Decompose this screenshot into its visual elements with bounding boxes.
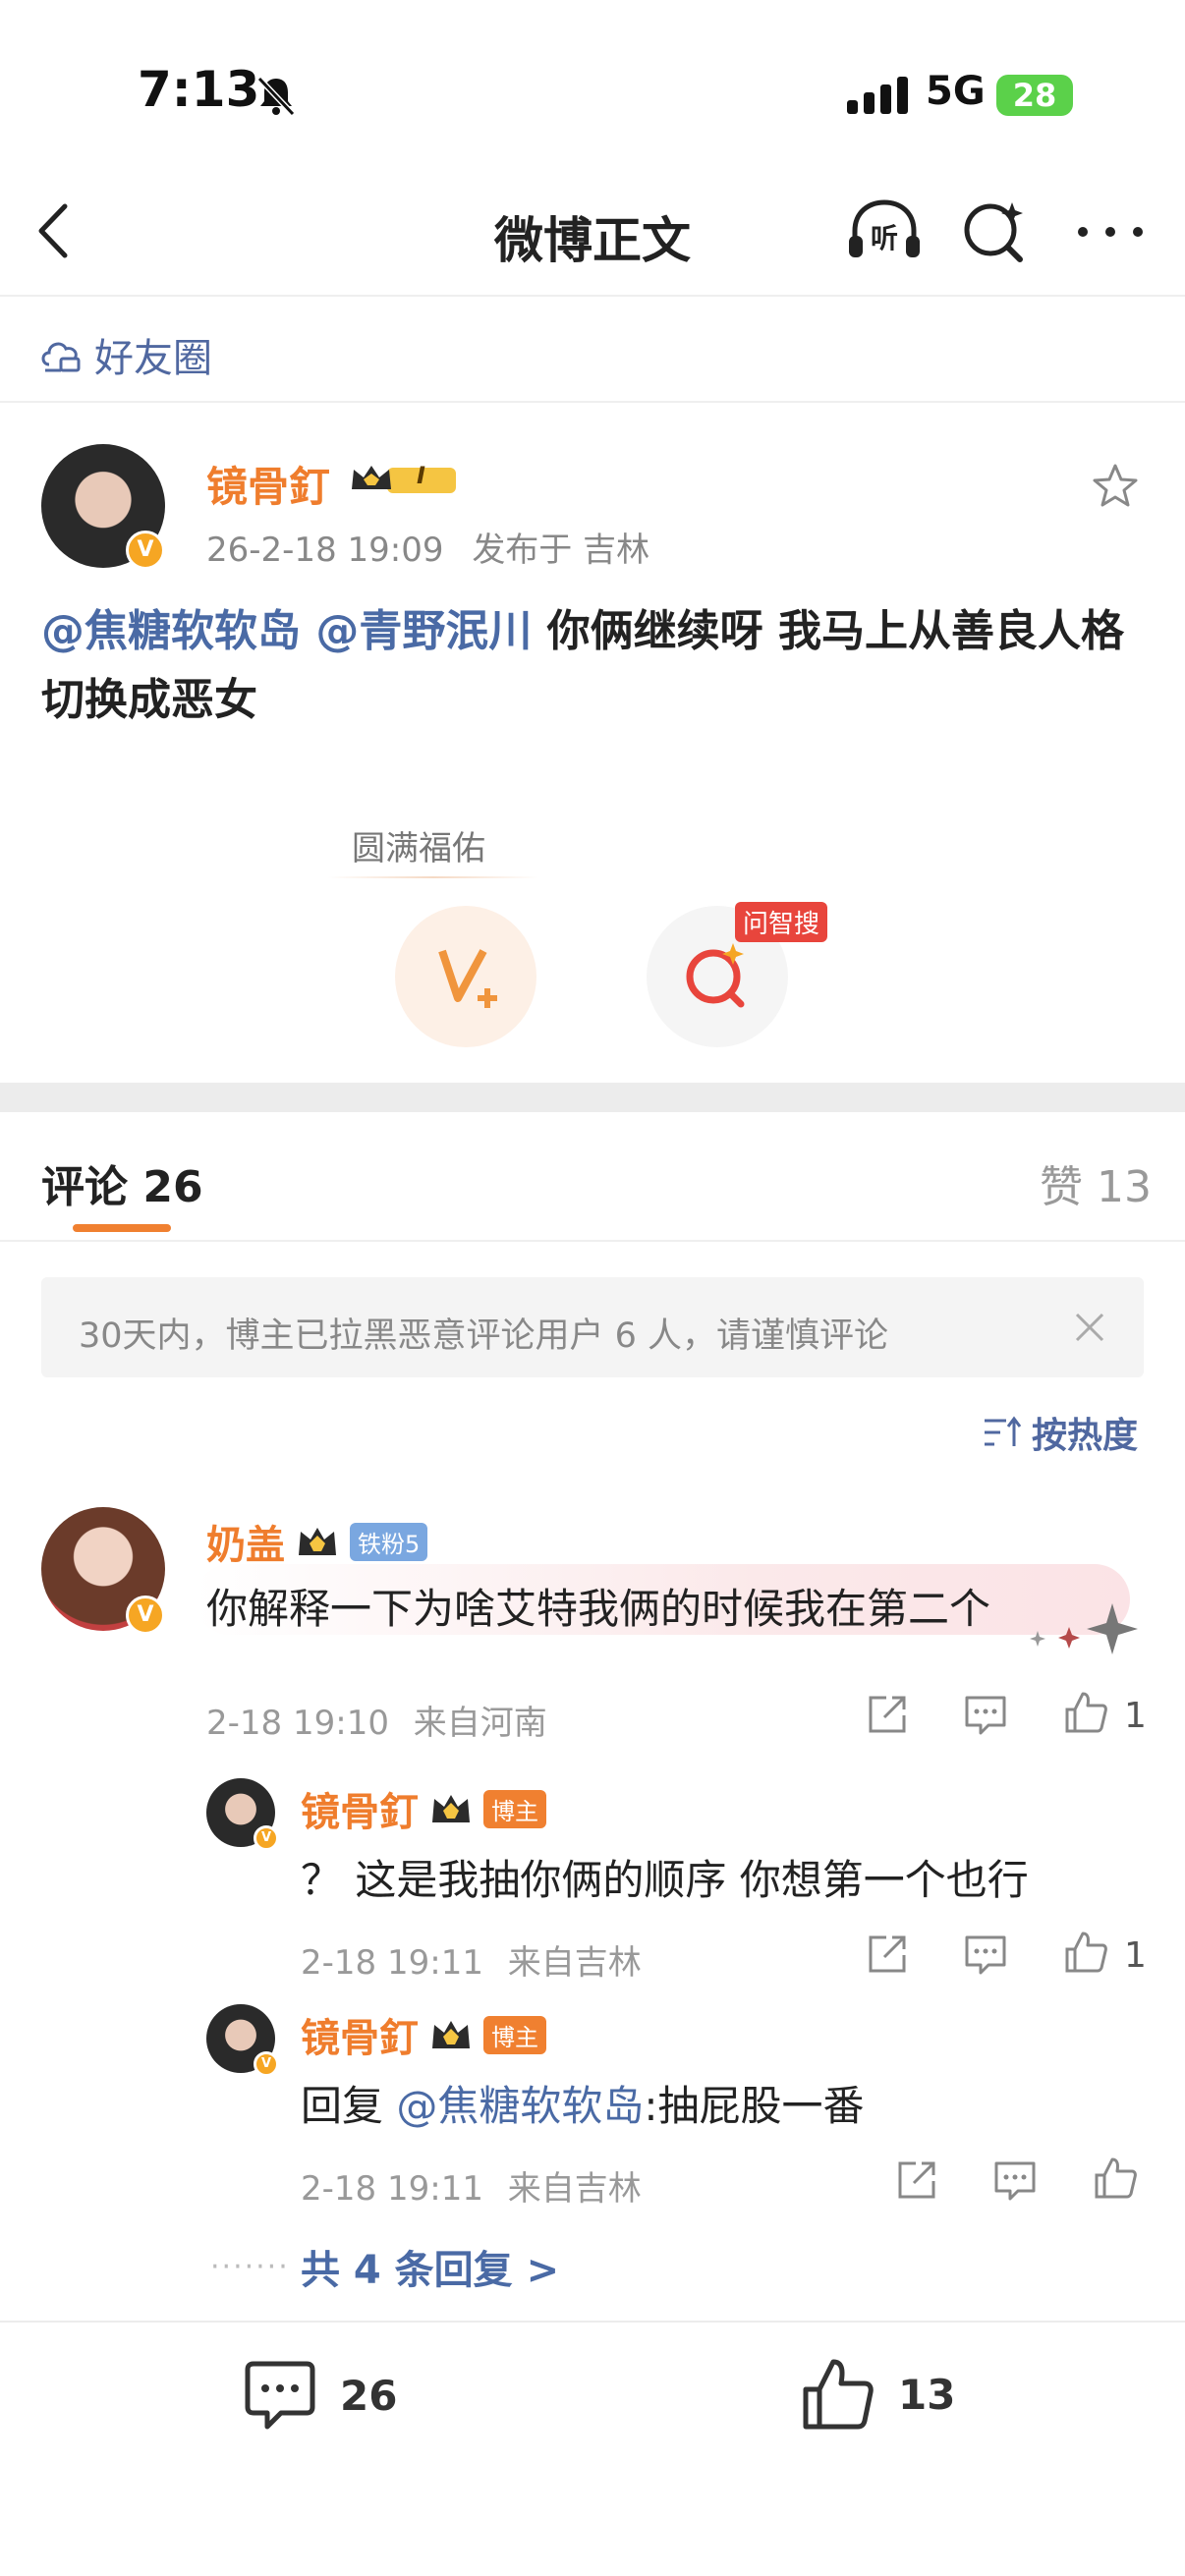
thumbs-up-icon: [803, 2359, 874, 2430]
blessing-label: 圆满福佑: [352, 829, 485, 868]
sort-label: 按热度: [1032, 1416, 1139, 1456]
v-plus-icon: [438, 949, 497, 1008]
bottom-bar-divider: [0, 2321, 1185, 2323]
status-time: 7:13: [138, 61, 260, 118]
comment-like-count: 1: [1124, 1696, 1147, 1736]
blessing-underline: [328, 876, 538, 878]
reply-location: 来自吉林: [507, 1943, 642, 1983]
friends-circle-link[interactable]: 好友圈: [39, 326, 212, 383]
share-icon[interactable]: [894, 2157, 939, 2203]
friends-divider: [0, 401, 1185, 403]
reply-location: 来自吉林: [507, 2169, 642, 2209]
comment-location: 来自河南: [413, 1704, 547, 1743]
author-name[interactable]: 镜骨釘: [206, 454, 330, 514]
bottom-like-count: 13: [898, 2370, 956, 2419]
verified-badge-icon: V: [254, 1825, 279, 1851]
favorite-star-icon[interactable]: [1091, 462, 1140, 511]
tab-likes-count: 13: [1097, 1162, 1152, 1212]
tab-comments-count: 26: [142, 1162, 203, 1212]
tab-comments[interactable]: 评论 26: [41, 1151, 203, 1214]
host-badge: 博主: [483, 2015, 546, 2054]
reply-comment-icon[interactable]: [992, 2157, 1038, 2203]
member-crown-badge: I: [348, 460, 462, 503]
mention-link[interactable]: @焦糖软软岛: [396, 2082, 644, 2130]
mention-link[interactable]: @青野泯川: [315, 606, 532, 656]
reply-time: 2-18 19:11: [301, 2169, 483, 2209]
reply-text: 回复 @焦糖软软岛:抽屁股一番: [301, 2073, 865, 2133]
reply-prefix: 回复: [301, 2082, 397, 2130]
reply-author[interactable]: 镜骨釘: [301, 1780, 419, 1837]
mention-link[interactable]: @焦糖软软岛: [41, 606, 301, 656]
reply-header: 镜骨釘 博主: [301, 1780, 546, 1837]
like-icon[interactable]: [1093, 2156, 1138, 2201]
more-replies-dots: ·······: [210, 2250, 290, 2284]
ai-search-badge: 问智搜: [735, 902, 828, 942]
comment-header: 奶盖 铁粉5: [206, 1513, 428, 1570]
header-divider: [0, 295, 1185, 297]
more-options-icon[interactable]: [1071, 196, 1150, 265]
reply-text: ？ 这是我抽你俩的顺序 你想第一个也行: [301, 1856, 1029, 1904]
bottom-like-button[interactable]: 13: [800, 2356, 955, 2433]
post-location: 发布于 吉林: [472, 531, 650, 570]
reply-comment-icon[interactable]: [963, 1932, 1008, 1977]
sort-by-hot-button[interactable]: 按热度: [983, 1407, 1138, 1458]
section-separator: [0, 1083, 1185, 1112]
tab-likes[interactable]: 赞 13: [1040, 1151, 1152, 1214]
cellular-signal-icon: [847, 77, 914, 114]
view-all-replies-link[interactable]: 共 4 条回复 >: [301, 2238, 559, 2295]
battery-level: 28: [1012, 77, 1057, 114]
comment-text: 你解释一下为啥艾特我俩的时候我在第二个: [206, 1585, 991, 1633]
active-tab-indicator: [73, 1224, 171, 1232]
sparkle-icon: [1030, 1603, 1138, 1654]
crown-icon: [299, 1528, 336, 1555]
cloud-lock-icon: [41, 342, 81, 372]
notice-text: 30天内，博主已拉黑恶意评论用户 6 人，请谨慎评论: [79, 1316, 889, 1356]
fan-badge: 铁粉5: [350, 1522, 428, 1561]
network-type: 5G: [926, 69, 986, 114]
crown-icon: [432, 2021, 470, 2048]
listen-icon[interactable]: 听: [845, 196, 924, 265]
sort-icon: [985, 1416, 1022, 1446]
host-badge: 博主: [483, 1789, 546, 1828]
close-icon[interactable]: [1073, 1311, 1106, 1344]
tabs-divider: [0, 1240, 1185, 1242]
post-body: @焦糖软软岛 @青野泯川 你俩继续呀 我马上从善良人格切换成恶女: [41, 597, 1152, 735]
comment-time: 2-18 19:10: [206, 1704, 389, 1743]
level-badge-text: I: [417, 462, 425, 489]
crown-icon: [432, 1795, 470, 1822]
commenter-name[interactable]: 奶盖: [206, 1513, 285, 1570]
verified-badge-icon: V: [254, 2051, 279, 2077]
bottom-comment-button[interactable]: 26: [242, 2358, 397, 2433]
reply-comment-icon[interactable]: [963, 1692, 1008, 1737]
bottom-comment-count: 26: [340, 2371, 398, 2420]
like-icon[interactable]: [1063, 1930, 1108, 1975]
crown-icon: [352, 466, 456, 493]
verified-badge-icon: V: [126, 531, 165, 570]
tab-comments-label: 评论: [41, 1162, 128, 1212]
verified-badge-icon: V: [126, 1596, 165, 1635]
post-date: 26-2-18 19:09: [206, 531, 444, 570]
comment-bubble-icon: [245, 2361, 315, 2430]
reply-like-count: 1: [1124, 1935, 1147, 1976]
share-icon[interactable]: [865, 1692, 910, 1737]
search-icon[interactable]: [955, 196, 1034, 265]
reply-author[interactable]: 镜骨釘: [301, 2006, 419, 2063]
friends-circle-label: 好友圈: [94, 336, 212, 381]
like-icon[interactable]: [1063, 1690, 1108, 1735]
reply-header: 镜骨釘 博主: [301, 2006, 546, 2063]
blessing-button[interactable]: [395, 906, 536, 1047]
battery-indicator: 28: [996, 75, 1073, 116]
reply-time: 2-18 19:11: [301, 1943, 483, 1983]
tab-likes-label: 赞: [1040, 1162, 1083, 1212]
reply-suffix: :抽屁股一番: [644, 2082, 865, 2130]
svg-text:听: 听: [871, 222, 898, 254]
share-icon[interactable]: [865, 1932, 910, 1977]
bell-muted-icon: [256, 76, 296, 117]
